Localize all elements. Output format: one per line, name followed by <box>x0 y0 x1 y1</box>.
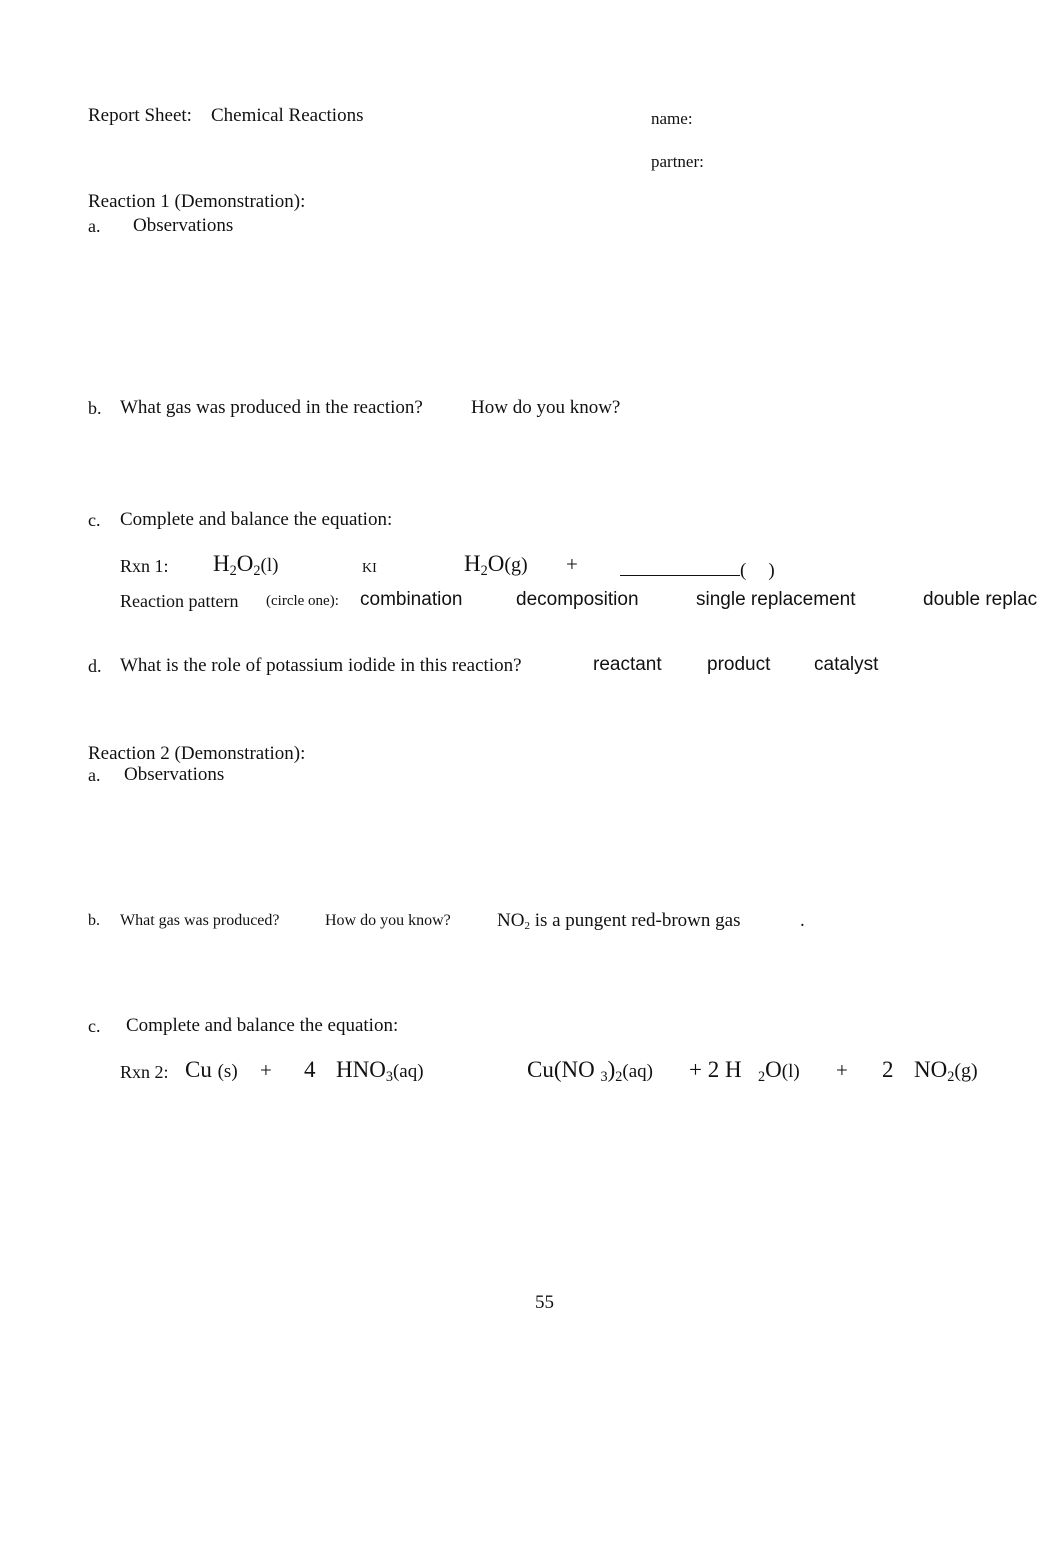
pattern-option-single-replacement[interactable]: single replacement <box>696 590 855 609</box>
rxn2-plus-2: + <box>836 1058 848 1082</box>
reaction-pattern-label: Reaction pattern <box>120 591 239 611</box>
formula-no: NO <box>914 1057 948 1082</box>
state-label: (l) <box>260 555 279 576</box>
formula-no: NO <box>497 910 525 931</box>
reaction2-observations-label: Observations <box>124 764 225 785</box>
reaction1-c-marker: c. <box>88 510 101 530</box>
role-option-product[interactable]: product <box>707 655 770 674</box>
element-h: H <box>464 551 481 576</box>
subscript: 3 <box>600 1068 608 1085</box>
rxn1-catalyst-ki: KI <box>362 561 377 576</box>
state-paren-close: ) <box>768 560 775 581</box>
state-label: (g) <box>954 1060 978 1082</box>
subscript: 3 <box>385 1068 393 1085</box>
rxn1-plus: + <box>566 552 578 576</box>
state-label: (s) <box>217 1061 238 1082</box>
rxn2-coef-no2: 2 <box>882 1057 894 1082</box>
rxn2-product-h2o: 2O(l) <box>758 1057 800 1084</box>
reaction2-heading: Reaction 2 (Demonstration): <box>88 743 306 764</box>
reaction1-heading: Reaction 1 (Demonstration): <box>88 191 306 212</box>
element-cu: Cu <box>185 1057 212 1082</box>
name-label: name: <box>651 109 693 128</box>
reaction2-answer: NO2 is a pungent red-brown gas <box>497 910 741 933</box>
rxn2-reactant-cu: Cu (s) <box>185 1058 238 1081</box>
reaction2-gas-question: What gas was produced? <box>120 912 280 929</box>
reaction2-a-marker: a. <box>88 765 101 785</box>
reaction2-balance-prompt: Complete and balance the equation: <box>126 1015 399 1036</box>
rxn1-product-h2o: H2O(g) <box>464 551 528 578</box>
pattern-option-decomposition[interactable]: decomposition <box>516 590 639 609</box>
reaction1-gas-question: What gas was produced in the reaction? <box>120 397 423 418</box>
rxn2-plus-coef-h: + 2 H <box>689 1057 742 1082</box>
subscript: 2 <box>947 1068 955 1085</box>
element-o: O <box>487 551 505 576</box>
report-sheet-label: Report Sheet: <box>88 105 192 126</box>
rxn2-label: Rxn 2: <box>120 1062 169 1082</box>
state-paren-open: ( <box>740 560 747 581</box>
reaction1-a-marker: a. <box>88 216 101 236</box>
element-o: O <box>765 1057 782 1082</box>
subscript: 2 <box>758 1068 766 1085</box>
state-label: (aq) <box>392 1061 424 1082</box>
element-o: O <box>236 551 254 576</box>
subscript: 2 <box>480 562 488 579</box>
pattern-option-double-replacement[interactable]: double replac <box>923 590 1037 609</box>
partner-label: partner: <box>651 152 704 171</box>
answer-blank-line[interactable] <box>620 557 740 576</box>
page-number: 55 <box>535 1292 554 1313</box>
rxn2-product-cuno32: Cu(NO 3)2(aq) <box>527 1057 653 1084</box>
formula-hno: HNO <box>336 1057 386 1082</box>
rxn2-coef-hno3: 4 <box>304 1057 316 1082</box>
circle-one-hint: (circle one): <box>266 593 339 609</box>
reaction1-observations-label: Observations <box>133 215 234 236</box>
role-option-reactant[interactable]: reactant <box>593 655 662 674</box>
rxn1-label: Rxn 1: <box>120 556 169 576</box>
subscript: 2 <box>524 920 530 933</box>
pattern-option-combination[interactable]: combination <box>360 590 462 609</box>
ki-role-question: What is the role of potassium iodide in … <box>120 655 522 676</box>
rxn2-product-no2: NO2(g) <box>914 1057 978 1084</box>
element-h: H <box>213 551 230 576</box>
reaction1-d-marker: d. <box>88 656 102 676</box>
subscript: 2 <box>229 562 237 579</box>
rxn2-plus-1: + <box>260 1058 272 1082</box>
page-title: Chemical Reactions <box>211 105 364 126</box>
reaction1-how-know-question: How do you know? <box>471 397 621 418</box>
report-sheet-page: Report Sheet: Chemical Reactions name: p… <box>0 0 1062 1561</box>
role-option-catalyst[interactable]: catalyst <box>814 655 878 674</box>
answer-period: . <box>800 910 805 931</box>
reaction2-c-marker: c. <box>88 1016 101 1036</box>
state-label: (g) <box>504 554 528 576</box>
reaction1-b-marker: b. <box>88 398 102 418</box>
reaction1-balance-prompt: Complete and balance the equation: <box>120 509 393 530</box>
state-label: (l) <box>781 1061 800 1082</box>
formula-cuno: Cu(NO <box>527 1057 595 1082</box>
rxn1-product-blank[interactable]: () <box>620 557 775 580</box>
reaction2-how-know-question: How do you know? <box>325 912 451 929</box>
subscript: 2 <box>615 1068 623 1085</box>
state-label: (aq) <box>622 1061 653 1082</box>
answer-text: is a pungent red-brown gas <box>534 910 741 931</box>
rxn1-reactant-h2o2: H2O2(l) <box>213 551 279 578</box>
reaction2-b-marker: b. <box>88 912 100 929</box>
subscript: 2 <box>253 562 261 579</box>
rxn2-reactant-hno3: HNO3(aq) <box>336 1057 424 1084</box>
